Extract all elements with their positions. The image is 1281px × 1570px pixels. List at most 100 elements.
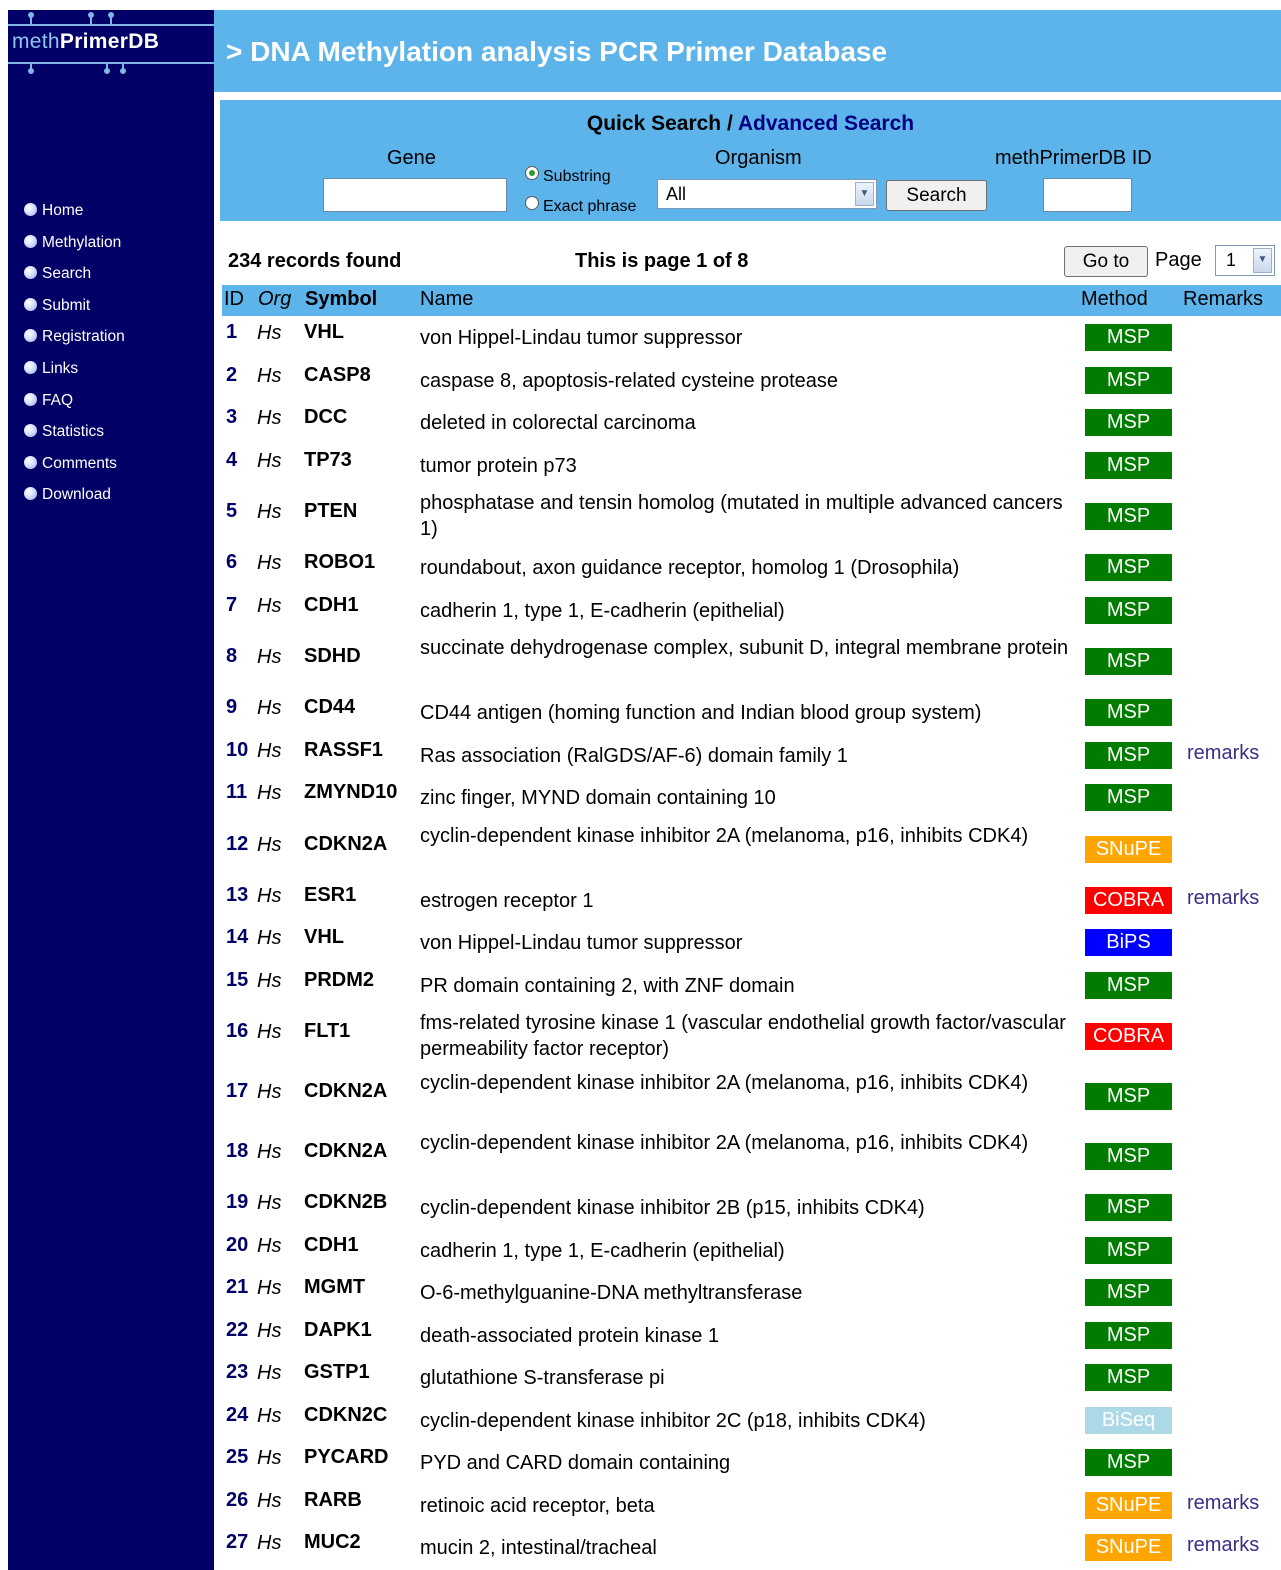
- remarks-link[interactable]: remarks: [1187, 742, 1259, 765]
- record-id-link[interactable]: 10: [226, 739, 248, 762]
- record-id-link[interactable]: 20: [226, 1234, 248, 1257]
- method-badge[interactable]: COBRA: [1085, 1023, 1172, 1050]
- name-cell: succinate dehydrogenase complex, subunit…: [420, 637, 1069, 659]
- method-badge[interactable]: BiSeq: [1085, 1406, 1172, 1434]
- method-badge[interactable]: MSP: [1085, 784, 1172, 812]
- page-title: > DNA Methylation analysis PCR Primer Da…: [226, 36, 888, 67]
- logo-stem: [122, 62, 124, 70]
- nav-item-faq[interactable]: FAQ: [24, 392, 125, 424]
- symbol-cell: MGMT: [304, 1276, 366, 1299]
- nav-item-methylation[interactable]: Methylation: [24, 234, 125, 266]
- method-badge[interactable]: MSP: [1085, 409, 1172, 437]
- nav-item-download[interactable]: Download: [24, 486, 125, 518]
- record-id-link[interactable]: 16: [226, 1020, 248, 1043]
- record-id-link[interactable]: 15: [226, 969, 248, 992]
- method-badge[interactable]: MSP: [1085, 324, 1172, 352]
- bullet-icon: [24, 455, 37, 469]
- record-id-link[interactable]: 6: [226, 551, 237, 574]
- nav-item-comments[interactable]: Comments: [24, 455, 125, 487]
- remarks-link[interactable]: remarks: [1187, 887, 1259, 910]
- record-id-link[interactable]: 8: [226, 645, 237, 668]
- nav-item-links[interactable]: Links: [24, 360, 125, 392]
- bullet-icon: [24, 360, 37, 374]
- record-id-link[interactable]: 4: [226, 449, 237, 472]
- record-id-link[interactable]: 18: [226, 1140, 248, 1163]
- method-badge[interactable]: SNuPE: [1085, 1534, 1172, 1562]
- method-badge[interactable]: BiPS: [1085, 929, 1172, 957]
- bullet-icon: [24, 234, 37, 248]
- advanced-search-link[interactable]: Advanced Search: [738, 112, 914, 135]
- table-row: 2 Hs CASP8 caspase 8, apoptosis-related cys…: [222, 359, 1281, 402]
- chevron-down-icon[interactable]: ▼: [855, 182, 874, 206]
- method-badge[interactable]: MSP: [1085, 971, 1172, 999]
- method-badge[interactable]: MSP: [1085, 451, 1172, 479]
- name-cell: death-associated protein kinase 1: [420, 1324, 720, 1347]
- name-cell: von Hippel-Lindau tumor suppressor: [420, 327, 743, 350]
- nav-item-search[interactable]: Search: [24, 265, 125, 297]
- method-badge[interactable]: MSP: [1085, 554, 1172, 582]
- method-badge[interactable]: SNuPE: [1085, 1491, 1172, 1519]
- record-id-link[interactable]: 5: [226, 500, 237, 523]
- record-id-link[interactable]: 11: [226, 781, 247, 804]
- method-badge[interactable]: MSP: [1085, 1143, 1172, 1170]
- method-badge[interactable]: MSP: [1085, 1279, 1172, 1307]
- method-badge[interactable]: MSP: [1085, 741, 1172, 769]
- exact-phrase-radio[interactable]: [525, 196, 539, 210]
- exact-radio-option[interactable]: Exact phrase: [525, 190, 636, 216]
- method-badge[interactable]: MSP: [1085, 503, 1172, 530]
- record-id-link[interactable]: 23: [226, 1361, 248, 1384]
- substring-radio-option[interactable]: Substring: [525, 160, 611, 186]
- record-id-link[interactable]: 9: [226, 696, 237, 719]
- nav-item-home[interactable]: Home: [24, 202, 125, 234]
- method-badge[interactable]: MSP: [1085, 1194, 1172, 1222]
- methprimerdb-id-input[interactable]: [1043, 178, 1132, 212]
- record-id-link[interactable]: 26: [226, 1489, 248, 1512]
- record-id-link[interactable]: 25: [226, 1446, 248, 1469]
- record-id-link[interactable]: 12: [226, 833, 248, 856]
- record-id-link[interactable]: 1: [226, 321, 237, 344]
- record-id-link[interactable]: 24: [226, 1404, 248, 1427]
- method-badge[interactable]: MSP: [1085, 596, 1172, 624]
- organism-select[interactable]: All ▼: [657, 179, 877, 209]
- method-badge[interactable]: MSP: [1085, 1364, 1172, 1392]
- method-badge[interactable]: MSP: [1085, 699, 1172, 727]
- organism-cell: Hs: [257, 407, 282, 430]
- gene-input[interactable]: [323, 178, 507, 212]
- record-id-link[interactable]: 3: [226, 406, 237, 429]
- record-id-link[interactable]: 19: [226, 1191, 248, 1214]
- symbol-cell: CDH1: [304, 593, 359, 616]
- symbol-cell: CDKN2A: [304, 1080, 388, 1102]
- record-id-link[interactable]: 22: [226, 1319, 248, 1342]
- nav-item-label: Submit: [42, 296, 91, 314]
- symbol-cell: DAPK1: [304, 1318, 372, 1341]
- record-id-link[interactable]: 27: [226, 1531, 248, 1554]
- nav-item-submit[interactable]: Submit: [24, 297, 125, 329]
- method-badge[interactable]: MSP: [1085, 1321, 1172, 1349]
- method-badge[interactable]: MSP: [1085, 1236, 1172, 1264]
- method-badge[interactable]: COBRA: [1085, 886, 1172, 914]
- remarks-link[interactable]: remarks: [1187, 1534, 1259, 1557]
- record-id-link[interactable]: 2: [226, 364, 237, 387]
- page-select[interactable]: 1 ▼: [1215, 245, 1275, 276]
- record-id-link[interactable]: 13: [226, 884, 248, 907]
- table-row: 14 Hs VHL von Hippel-Lindau tumor suppresso…: [222, 921, 1281, 964]
- site-logo[interactable]: methPrimerDB: [8, 10, 214, 76]
- substring-radio[interactable]: [525, 166, 539, 180]
- method-badge[interactable]: MSP: [1085, 1083, 1172, 1110]
- remarks-link[interactable]: remarks: [1187, 1492, 1259, 1515]
- record-id-link[interactable]: 14: [226, 926, 248, 949]
- bullet-icon: [24, 266, 37, 280]
- method-badge[interactable]: MSP: [1085, 366, 1172, 394]
- method-badge[interactable]: SNuPE: [1085, 835, 1172, 863]
- table-row: 21 Hs MGMT O-6-methylguanine-DNA methyltran…: [222, 1271, 1281, 1314]
- method-badge[interactable]: MSP: [1085, 1449, 1172, 1477]
- chevron-down-icon[interactable]: ▼: [1253, 248, 1272, 273]
- nav-item-statistics[interactable]: Statistics: [24, 423, 125, 455]
- record-id-link[interactable]: 7: [226, 594, 237, 617]
- record-id-link[interactable]: 17: [226, 1080, 248, 1103]
- nav-item-registration[interactable]: Registration: [24, 328, 125, 360]
- record-id-link[interactable]: 21: [226, 1276, 248, 1299]
- method-badge[interactable]: MSP: [1085, 648, 1172, 675]
- search-button[interactable]: Search: [886, 180, 987, 211]
- goto-button[interactable]: Go to: [1064, 246, 1148, 277]
